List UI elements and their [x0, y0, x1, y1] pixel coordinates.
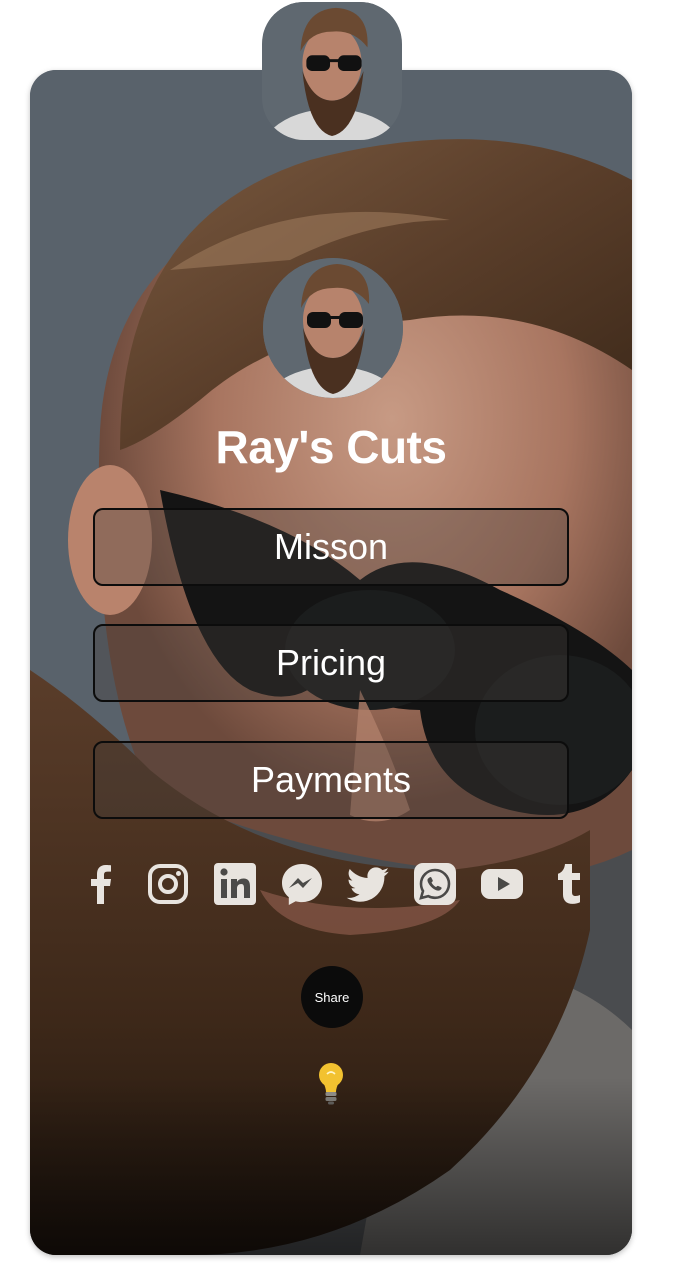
tumblr-icon[interactable] — [543, 858, 595, 910]
instagram-icon[interactable] — [142, 858, 194, 910]
twitter-icon[interactable] — [342, 858, 394, 910]
linkedin-icon[interactable] — [209, 858, 261, 910]
whatsapp-icon[interactable] — [409, 858, 461, 910]
pricing-link-button[interactable]: Pricing — [93, 624, 569, 702]
youtube-icon[interactable] — [476, 858, 528, 910]
profile-title: Ray's Cuts — [215, 421, 447, 473]
social-icons-row — [75, 856, 595, 912]
messenger-icon[interactable] — [276, 858, 328, 910]
share-button[interactable]: Share — [301, 966, 363, 1028]
profile-page: Ray's Cuts Misson Pricing Payments Share — [0, 0, 689, 1270]
profile-avatar — [263, 258, 403, 398]
lightbulb-icon[interactable] — [314, 1060, 348, 1106]
facebook-icon[interactable] — [75, 858, 127, 910]
header-avatar — [262, 2, 402, 140]
mission-link-button[interactable]: Misson — [93, 508, 569, 586]
payments-link-button[interactable]: Payments — [93, 741, 569, 819]
